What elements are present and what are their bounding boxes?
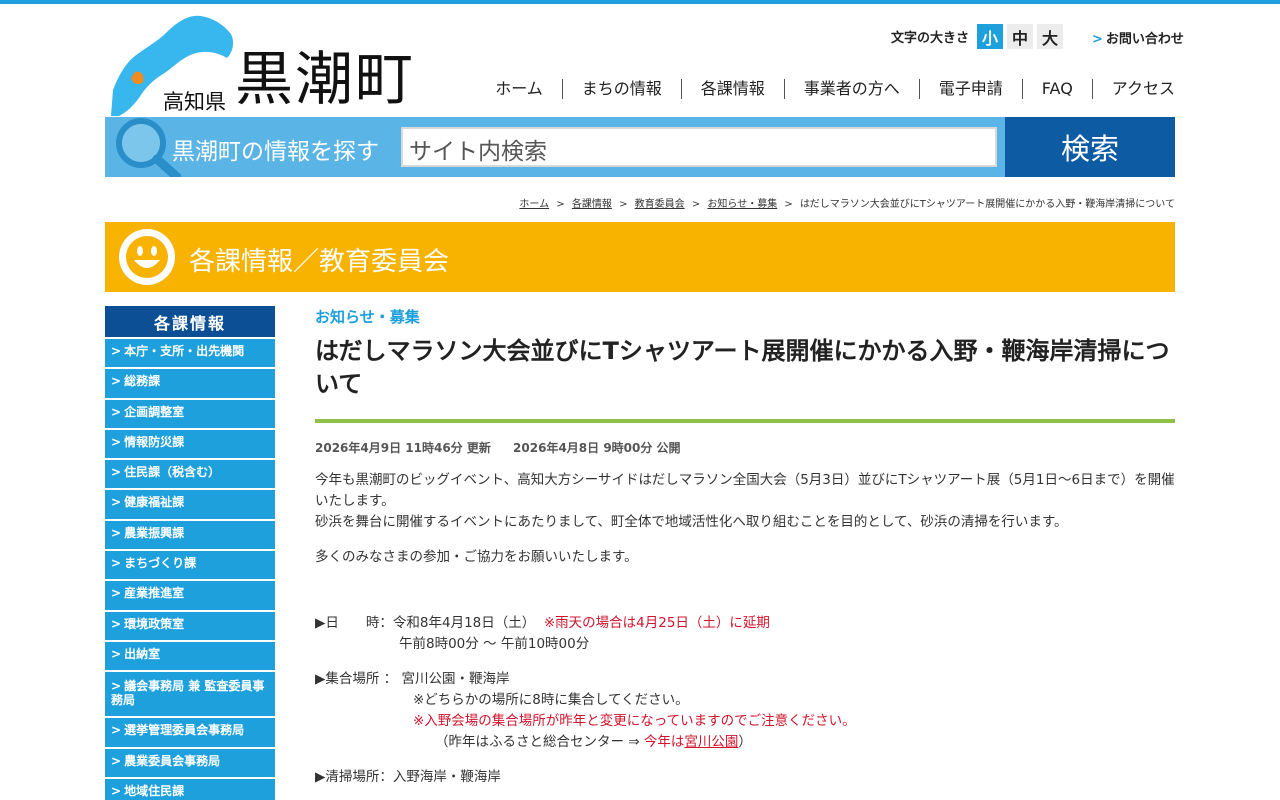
- title-divider: [315, 419, 1175, 423]
- sidebar-item-agriculture[interactable]: > 農業振興課: [105, 518, 275, 550]
- sidebar-item-industry[interactable]: > 産業推進室: [105, 579, 275, 610]
- sidebar-item-agri-committee[interactable]: > 農業委員会事務局: [105, 746, 275, 777]
- cleaning-place-value: 入野海岸・鞭海岸: [392, 769, 501, 785]
- banner-title: 各課情報／教育委員会: [189, 247, 450, 277]
- detail-time: 午前8時00分 ～ 午前10時00分: [399, 636, 590, 652]
- article-category: お知らせ・募集: [315, 308, 420, 326]
- sidebar-item-environment[interactable]: > 環境政策室: [105, 609, 275, 640]
- chevron-right-icon: >: [111, 495, 122, 510]
- sidebar-item-assembly[interactable]: > 議会事務局 兼 監査委員事務局: [105, 670, 275, 717]
- chevron-right-icon: >: [111, 465, 122, 480]
- chevron-right-icon: >: [111, 783, 122, 798]
- place-note-2: ※入野会場の集合場所が昨年と変更になっていますのでご注意ください。: [413, 713, 856, 729]
- article-title: はだしマラソン大会並びにTシャツアート展開催にかかる入野・鞭海岸清掃について: [315, 337, 1170, 398]
- date-value: 令和8年4月18日（土）: [392, 615, 536, 631]
- sidebar-item-election[interactable]: > 選挙管理委員会事務局: [105, 716, 275, 747]
- breadcrumb-departments[interactable]: 各課情報: [572, 199, 612, 210]
- chevron-right-icon: >: [111, 753, 122, 768]
- search-title: 黒潮町の情報を探す: [172, 139, 379, 165]
- breadcrumb-separator: >: [556, 199, 565, 210]
- font-size-small-button[interactable]: 小: [977, 24, 1004, 49]
- sidebar-item-treasury[interactable]: > 出納室: [105, 639, 275, 671]
- chevron-right-icon: >: [111, 679, 122, 694]
- nav-town-info[interactable]: まちの情報: [561, 79, 681, 99]
- font-size-switcher: 文字の大きさ 小 中 大: [891, 24, 1064, 49]
- sidebar-item-town-planning[interactable]: > まちづくり課: [105, 549, 275, 580]
- site-search-bar: 黒潮町の情報を探す サイト内検索 検索: [105, 117, 1175, 177]
- updated-date: 2026年4月9日 11時46分 更新: [315, 441, 491, 455]
- search-button[interactable]: 検索: [1005, 117, 1175, 177]
- sidebar-item-general-affairs[interactable]: > 総務課: [105, 367, 275, 398]
- nav-home[interactable]: ホーム: [476, 79, 562, 99]
- chevron-right-icon: >: [111, 434, 122, 449]
- detail-place: ▶集合場所 ： 宮川公園・鞭海岸: [315, 671, 510, 687]
- chevron-right-icon: >: [111, 525, 122, 540]
- font-size-label: 文字の大きさ: [891, 31, 970, 46]
- nav-departments[interactable]: 各課情報: [680, 79, 784, 99]
- place-value: 宮川公園・鞭海岸: [401, 671, 510, 687]
- sidebar: 各課情報 > 本庁・支所・出先機関 > 総務課 > 企画調整室 > 情報防災課 > 住民課…: [105, 306, 275, 800]
- nav-faq[interactable]: FAQ: [1021, 79, 1092, 99]
- sidebar-heading: 各課情報: [105, 306, 275, 337]
- sidebar-item-local-residents[interactable]: > 地域住民課: [105, 776, 275, 800]
- chevron-right-icon: >: [111, 646, 122, 661]
- breadcrumb-current: はだしマラソン大会並びにTシャツアート展開催にかかる入野・鞭海岸清掃について: [799, 199, 1175, 210]
- article-body: 今年も黒潮町のビッグイベント、高知大方シーサイドはだしマラソン全国大会（5月3日…: [315, 470, 1175, 568]
- rain-note: ※雨天の場合は4月25日（土）に延期: [543, 615, 770, 631]
- breadcrumb-home[interactable]: ホーム: [519, 199, 549, 210]
- nav-business[interactable]: 事業者の方へ: [783, 79, 919, 99]
- chevron-right-icon: >: [111, 374, 122, 389]
- sidebar-item-disaster-prevention[interactable]: > 情報防災課: [105, 427, 275, 459]
- breadcrumb-separator: >: [619, 199, 628, 210]
- search-input[interactable]: サイト内検索: [401, 127, 997, 167]
- site-logo[interactable]: 高知県 黒潮町: [105, 12, 415, 117]
- breadcrumb-education-board[interactable]: 教育委員会: [635, 199, 685, 210]
- section-banner: 各課情報／教育委員会: [105, 222, 1175, 292]
- published-date: 2026年4月8日 9時00分 公開: [513, 441, 681, 455]
- event-details: ▶日 時：令和8年4月18日（土） ※雨天の場合は4月25日（土）に延期 午前8…: [315, 613, 1175, 788]
- intro-line-2: 砂浜を舞台に開催するイベントにあたりまして、町全体で地域活性化へ取り組むことを目…: [315, 514, 1068, 530]
- intro-request: 多くのみなさまの参加・ご協力をお願いいたします。: [315, 549, 638, 565]
- chevron-right-icon: >: [111, 586, 122, 601]
- prefecture-name: 高知県: [163, 90, 226, 114]
- breadcrumb-separator: >: [784, 199, 793, 210]
- article: お知らせ・募集 はだしマラソン大会並びにTシャツアート展開催にかかる入野・鞭海岸…: [315, 306, 1175, 788]
- breadcrumb: ホーム > 各課情報 > 教育委員会 > お知らせ・募集 > はだしマラソン大会…: [519, 195, 1175, 210]
- nav-e-application[interactable]: 電子申請: [918, 79, 1022, 99]
- font-size-large-button[interactable]: 大: [1037, 24, 1064, 49]
- breadcrumb-news[interactable]: お知らせ・募集: [707, 199, 777, 210]
- sidebar-item-offices[interactable]: > 本庁・支所・出先機関: [105, 337, 275, 368]
- chevron-right-icon: >: [111, 404, 122, 419]
- sidebar-item-residents[interactable]: > 住民課（税含む）: [105, 458, 275, 489]
- chevron-right-icon: >: [111, 344, 122, 358]
- font-size-medium-button[interactable]: 中: [1007, 24, 1034, 49]
- smiley-icon: [119, 229, 175, 285]
- miyagawa-park-link[interactable]: 宮川公園: [684, 734, 738, 750]
- top-accent-line: [0, 0, 1280, 4]
- town-name: 黒潮町: [235, 45, 416, 113]
- chevron-right-icon: >: [111, 723, 122, 738]
- sidebar-item-health-welfare[interactable]: > 健康福祉課: [105, 488, 275, 519]
- chevron-right-icon: >: [1092, 32, 1103, 47]
- detail-cleaning-place: ▶清掃場所：入野海岸・鞭海岸: [315, 769, 501, 785]
- place-note-1: ※どちらかの場所に8時に集合してください。: [413, 692, 689, 708]
- global-nav: ホーム まちの情報 各課情報 事業者の方へ 電子申請 FAQ アクセス: [476, 79, 1175, 99]
- sidebar-item-planning[interactable]: > 企画調整室: [105, 397, 275, 428]
- contact-link[interactable]: > お問い合わせ: [1092, 28, 1184, 47]
- breadcrumb-separator: >: [691, 199, 701, 210]
- place-note-3: （昨年はふるさと総合センター ⇒ 今年は宮川公園）: [435, 734, 752, 750]
- chevron-right-icon: >: [111, 616, 122, 631]
- article-dates: 2026年4月9日 11時46分 更新 2026年4月8日 9時00分 公開: [315, 439, 1175, 456]
- intro-line-1: 今年も黒潮町のビッグイベント、高知大方シーサイドはだしマラソン全国大会（5月3日…: [315, 472, 1175, 509]
- nav-access[interactable]: アクセス: [1091, 79, 1175, 99]
- chevron-right-icon: >: [111, 556, 122, 571]
- detail-date: ▶日 時：令和8年4月18日（土） ※雨天の場合は4月25日（土）に延期: [315, 615, 770, 631]
